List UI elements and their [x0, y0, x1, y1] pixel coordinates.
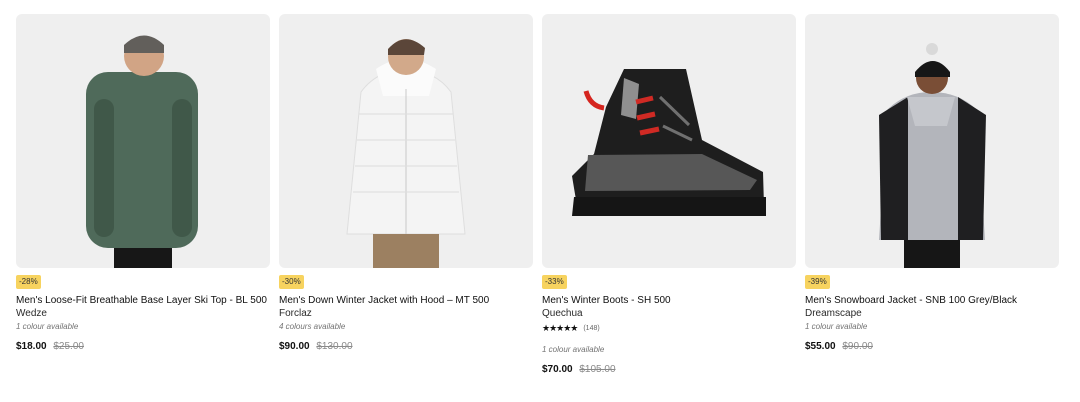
product-card[interactable]: -39% Men's Snowboard Jacket - SNB 100 Gr…	[805, 14, 1059, 375]
winter-boot-illustration	[572, 69, 766, 216]
price-row: $55.00 $90.00	[805, 341, 1059, 352]
star-rating-icon: ★★★★★	[542, 323, 578, 333]
product-image[interactable]	[805, 14, 1059, 268]
product-image[interactable]	[542, 14, 796, 268]
product-brand: Quechua	[542, 308, 583, 319]
product-brand: Wedze	[16, 308, 47, 319]
rating-row: ★★★★★ (148)	[542, 321, 796, 336]
original-price: $25.00	[53, 341, 84, 352]
discount-badge: -30%	[279, 275, 304, 289]
down-jacket-illustration	[346, 39, 466, 268]
product-title[interactable]: Men's Snowboard Jacket - SNB 100 Grey/Bl…	[805, 294, 1059, 307]
price-row: $18.00 $25.00	[16, 341, 270, 352]
product-card[interactable]: -30% Men's Down Winter Jacket with Hood …	[279, 14, 533, 375]
product-brand: Forclaz	[279, 308, 312, 319]
original-price: $130.00	[316, 341, 353, 352]
product-image[interactable]	[279, 14, 533, 268]
discount-badge: -33%	[542, 275, 567, 289]
current-price: $90.00	[279, 341, 310, 352]
product-title[interactable]: Men's Winter Boots - SH 500	[542, 294, 796, 307]
snowboard-jacket-illustration	[879, 43, 986, 268]
original-price: $105.00	[579, 364, 616, 375]
price-row: $70.00 $105.00	[542, 364, 796, 375]
current-price: $18.00	[16, 341, 47, 352]
original-price: $90.00	[842, 341, 873, 352]
product-title[interactable]: Men's Down Winter Jacket with Hood – MT …	[279, 294, 533, 307]
colour-availability: 4 colours available	[279, 322, 346, 331]
current-price: $70.00	[542, 364, 573, 375]
product-title[interactable]: Men's Loose-Fit Breathable Base Layer Sk…	[16, 294, 270, 307]
product-grid: -28% Men's Loose-Fit Breathable Base Lay…	[16, 14, 1059, 375]
product-card[interactable]: -33% Men's Winter Boots - SH 500 Quechua…	[542, 14, 796, 375]
discount-badge: -28%	[16, 275, 41, 289]
product-image[interactable]	[16, 14, 270, 268]
current-price: $55.00	[805, 341, 836, 352]
colour-availability: 1 colour available	[16, 322, 79, 331]
price-row: $90.00 $130.00	[279, 341, 533, 352]
product-card[interactable]: -28% Men's Loose-Fit Breathable Base Lay…	[16, 14, 270, 375]
rating-count: (148)	[583, 325, 600, 332]
product-brand: Dreamscape	[805, 308, 862, 319]
colour-availability: 1 colour available	[542, 345, 605, 354]
discount-badge: -39%	[805, 275, 830, 289]
colour-availability: 1 colour available	[805, 322, 868, 331]
base-layer-top-illustration	[86, 35, 198, 268]
